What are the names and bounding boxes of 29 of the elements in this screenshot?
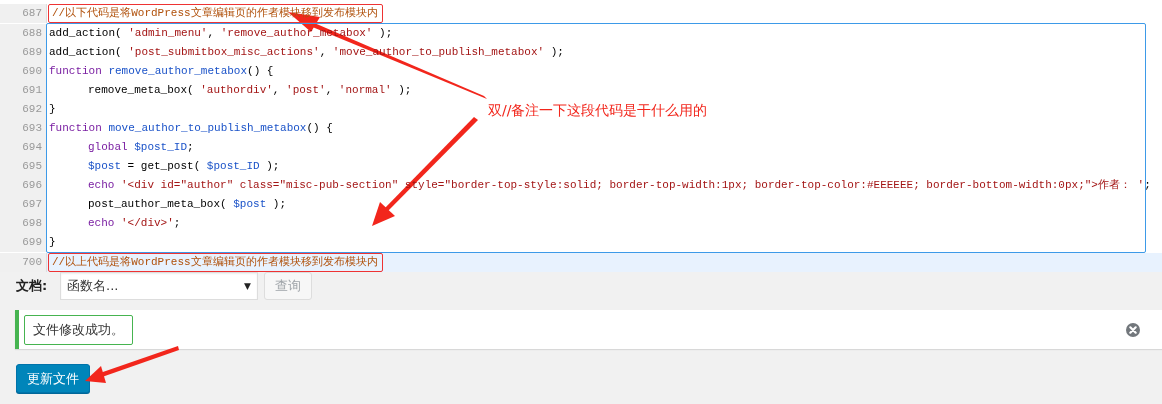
line-number: 690 (0, 62, 46, 81)
line-number: 698 (0, 214, 46, 233)
code-line: } (48, 235, 56, 250)
code-line: } (48, 102, 56, 117)
code-line: global $post_ID; (87, 140, 194, 155)
code-line: remove_meta_box( 'authordiv', 'post', 'normal' ); (87, 83, 412, 98)
line-number: 692 (0, 100, 46, 119)
code-line: function remove_author_metabox() { (48, 64, 274, 79)
line-number: 696 (0, 176, 46, 195)
line-number: 694 (0, 138, 46, 157)
annotation-note: 双//备注一下这段代码是干什么用的 (488, 102, 708, 120)
notice-text: 文件修改成功。 (24, 314, 133, 345)
line-number: 695 (0, 157, 46, 176)
update-file-button[interactable]: 更新文件 (16, 364, 90, 393)
function-select[interactable]: 函数名... ▼ (60, 272, 258, 300)
line-number: 699 (0, 233, 46, 252)
code-line: function move_author_to_publish_metabox() { (48, 121, 333, 136)
docs-label: 文档: (16, 277, 49, 295)
code-line: $post = get_post( $post_ID ); (87, 159, 280, 174)
line-number: 688 (0, 24, 46, 43)
line-number: 697 (0, 195, 46, 214)
dismiss-icon[interactable] (1126, 322, 1140, 337)
line-number: 687 (0, 4, 47, 23)
code-line: echo '</div>'; (87, 216, 181, 231)
line-number: 689 (0, 43, 46, 62)
line-number: 693 (0, 119, 46, 138)
line-number: 691 (0, 81, 46, 100)
line-number: 700 (0, 253, 47, 272)
code-line: post_author_meta_box( $post ); (87, 197, 287, 212)
